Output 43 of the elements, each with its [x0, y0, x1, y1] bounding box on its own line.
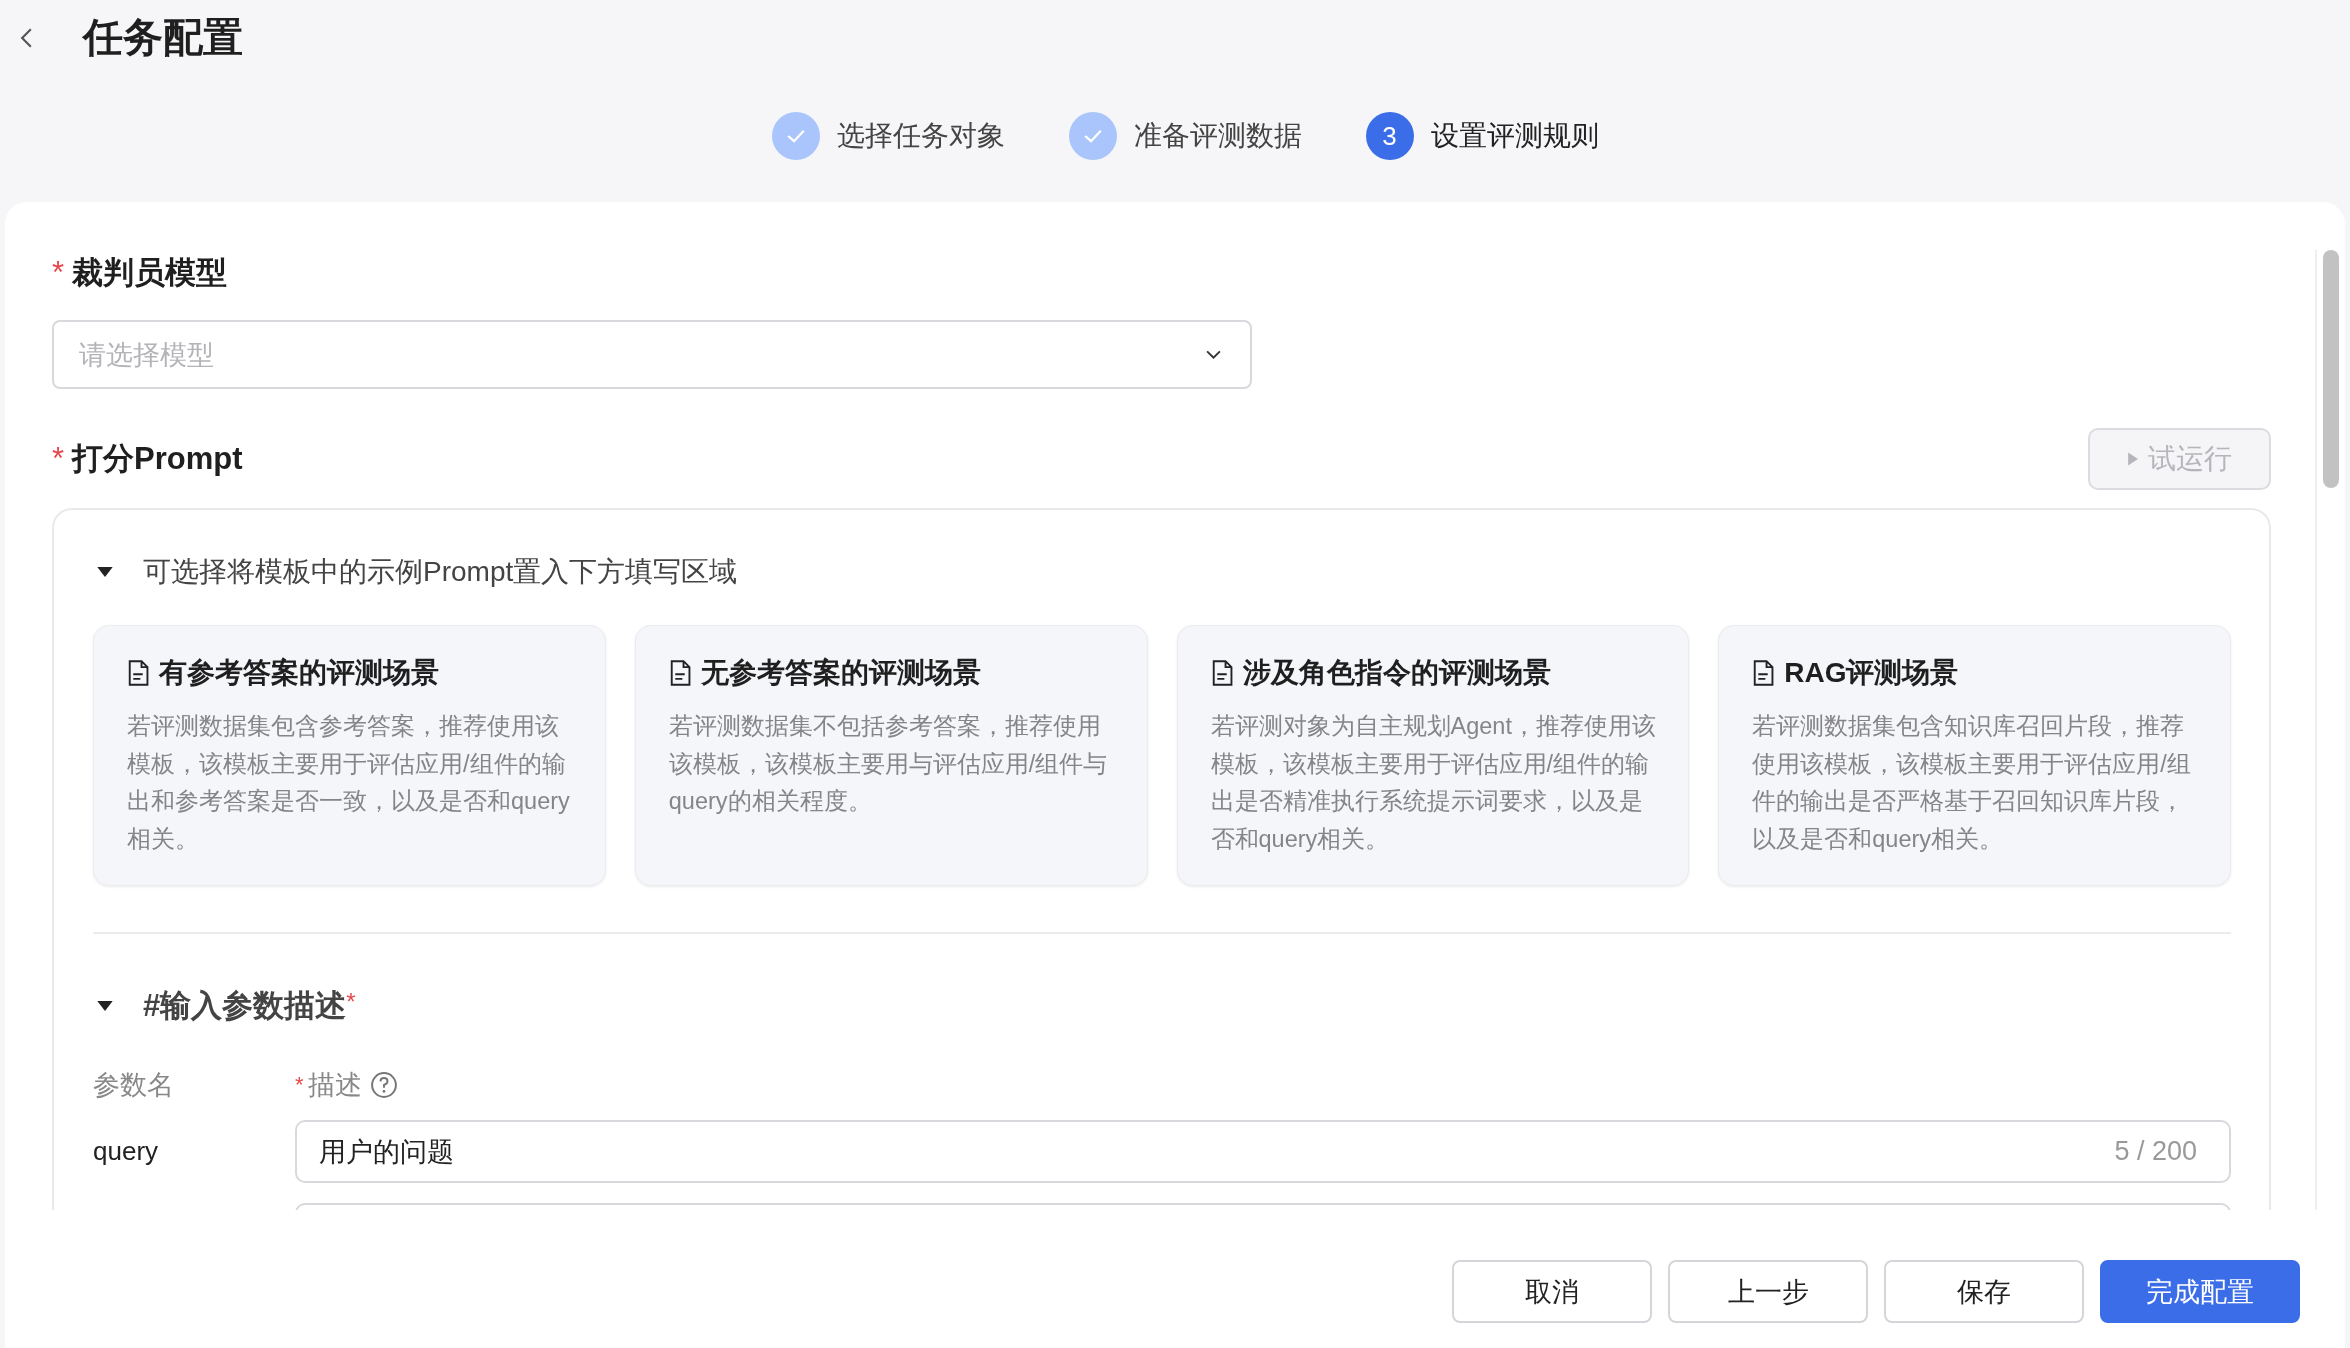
form-label: 裁判员模型	[72, 255, 228, 291]
collapse-header[interactable]: 可选择将模板中的示例Prompt置入下方填写区域	[93, 552, 2231, 592]
footer-button[interactable]: 取消	[1452, 1260, 1652, 1323]
primary-button[interactable]: 完成配置	[2100, 1260, 2300, 1323]
card-title: 无参考答案的评测场景	[700, 656, 981, 690]
page-title: 任务配置	[83, 14, 243, 61]
step-label: 设置评测规则	[1430, 119, 1599, 153]
required-mark: *	[52, 441, 65, 477]
help-icon[interactable]	[369, 1071, 398, 1099]
step-label: 选择任务对象	[836, 119, 1005, 153]
footer-button[interactable]: 保存	[1884, 1260, 2084, 1323]
template-card[interactable]: RAG评测场景 若评测数据集包含知识库召回片段，推荐使用该模板，该模板主要用于评估应用/组件的输出是否严格基于召回知识库片段，以及是否和query相关。	[1718, 625, 2231, 886]
card-title: 有参考答案的评测场景	[159, 656, 439, 690]
template-card[interactable]: 涉及角色指令的评测场景 若评测对象为自主规划Agent，推荐使用该模板，该模板主要用于评估应用/组件的输出是否精准执行系统提示词要求，以及是否和query相关。	[1176, 625, 1690, 886]
column-header: 参数名	[93, 1070, 174, 1100]
collapse-header[interactable]: #输入参数描述*	[93, 986, 2231, 1026]
param-name: query	[93, 1136, 160, 1167]
document-icon	[1210, 660, 1233, 686]
form-label: 打分Prompt	[72, 441, 243, 477]
step-number: 3	[1365, 112, 1414, 160]
document-icon	[1752, 660, 1775, 686]
document-icon	[127, 660, 149, 686]
card-title: 涉及角色指令的评测场景	[1242, 656, 1551, 690]
card-description: 若评测数据集包含参考答案，推荐使用该模板，该模板主要用于评估应用/组件的输出和参考答案是否一致，以及是否和query相关。	[127, 712, 571, 854]
card-description: 若评测数据集不包括参考答案，推荐使用该模板，该模板主要用与评估应用/组件与query的相关程度。	[668, 712, 1109, 816]
footer-button[interactable]: 上一步	[1668, 1260, 1868, 1323]
template-card[interactable]: 无参考答案的评测场景 若评测数据集不包括参考答案，推荐使用该模板，该模板主要用与评估应用/组件与query的相关程度。	[634, 625, 1148, 886]
step-label: 准备评测数据	[1133, 119, 1302, 153]
card-description: 若评测数据集包含知识库召回片段，推荐使用该模板，该模板主要用于评估应用/组件的输出是否严格基于召回知识库片段，以及是否和query相关。	[1752, 712, 2192, 854]
caret-icon	[97, 1000, 113, 1012]
template-card[interactable]: 有参考答案的评测场景 若评测数据集包含参考答案，推荐使用该模板，该模板主要用于评估应用/组件的输出和参考答案是否一致，以及是否和query相关。	[93, 625, 606, 886]
card-description: 若评测对象为自主规划Agent，推荐使用该模板，该模板主要用于评估应用/组件的输出是否精准执行系统提示词要求，以及是否和query相关。	[1210, 712, 1657, 854]
chevron-down-icon	[1205, 349, 1222, 360]
back-icon[interactable]	[20, 26, 33, 49]
input-field[interactable]: 用户的问题 5 / 200	[295, 1120, 2231, 1183]
document-icon	[668, 660, 691, 686]
character-counter: 5 / 200	[2114, 1136, 2197, 1167]
column-header: 描述	[307, 1070, 362, 1100]
required-mark: *	[52, 255, 65, 291]
play-icon	[2127, 451, 2138, 467]
required-mark: *	[295, 1071, 304, 1099]
caret-icon	[97, 566, 113, 578]
card-title: RAG评测场景	[1784, 656, 1959, 690]
